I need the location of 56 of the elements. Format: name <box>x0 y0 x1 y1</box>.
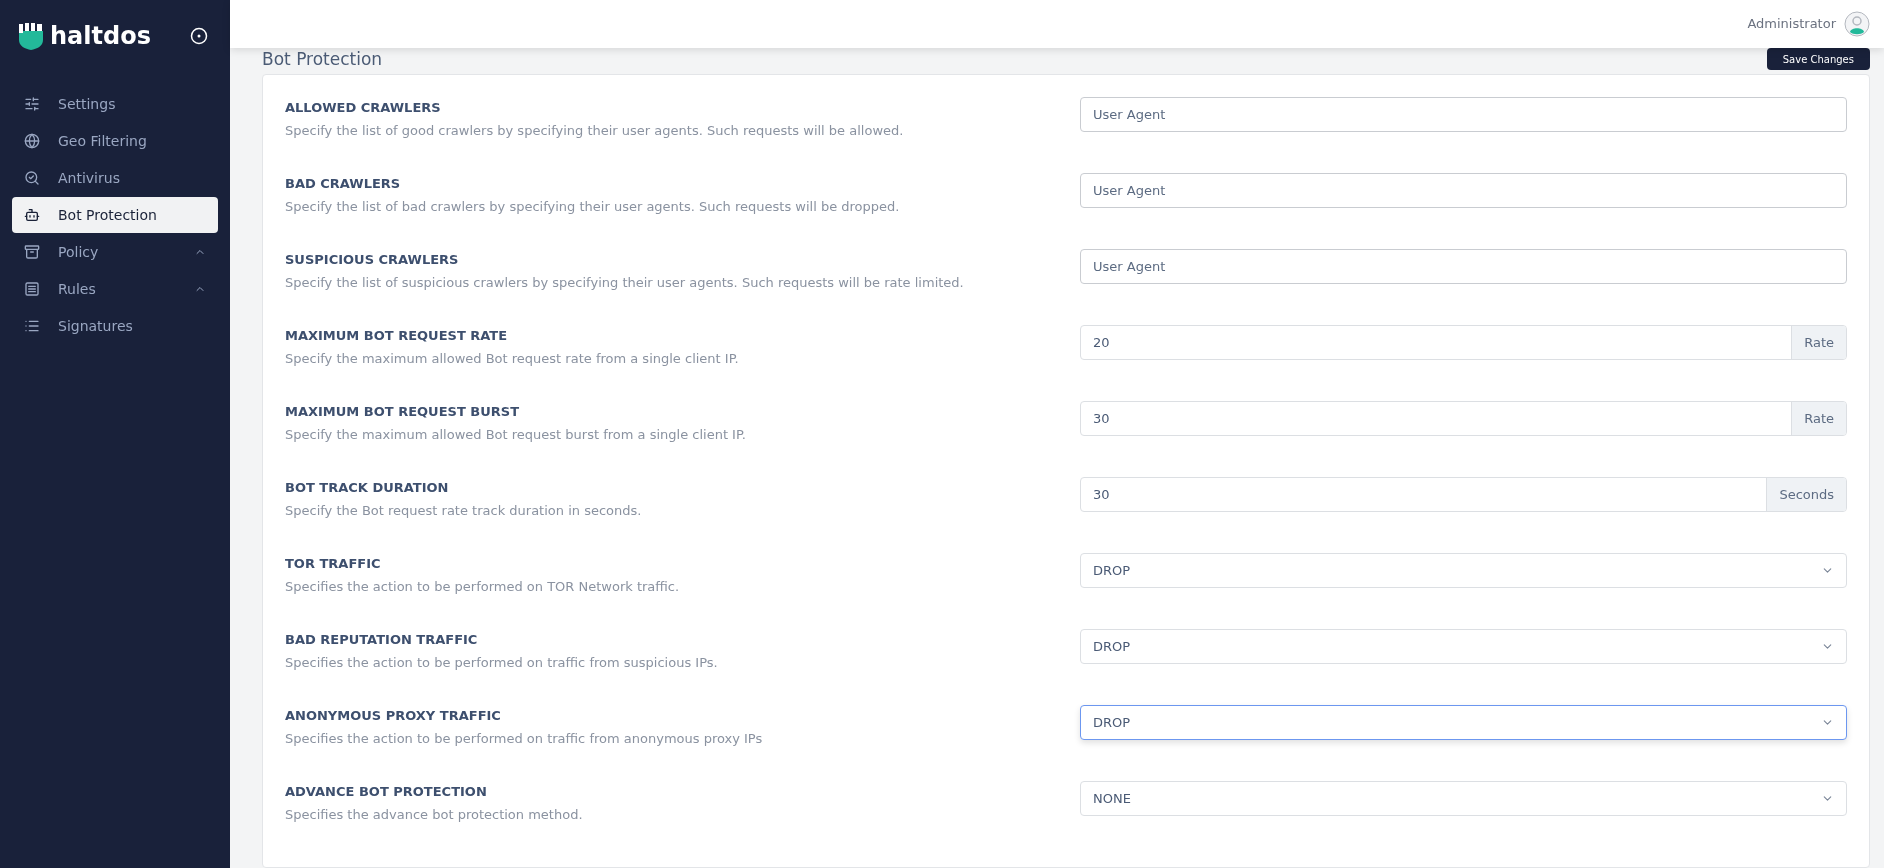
setting-description: Specify the maximum allowed Bot request burst from a single client IP. <box>285 426 747 444</box>
user-name[interactable]: Administrator <box>1747 14 1836 34</box>
action-dropdown[interactable]: DROP <box>1080 553 1847 588</box>
setting-description: Specifies the advance bot protection method. <box>285 806 584 824</box>
list-box-icon <box>24 281 40 297</box>
sliders-icon <box>24 96 40 112</box>
target-icon[interactable] <box>190 27 208 45</box>
user-agent-field[interactable]: User Agent <box>1080 173 1847 208</box>
user-agent-field[interactable]: User Agent <box>1080 97 1847 132</box>
sidebar-item[interactable]: Rules <box>12 271 218 307</box>
setting-description: Specifies the action to be performed on traffic from anonymous proxy IPs <box>285 730 764 748</box>
action-dropdown[interactable]: NONE <box>1080 781 1847 816</box>
setting-description: Specify the list of suspicious crawlers by specifying their user agents. Such requests will be rate limited. <box>285 274 965 292</box>
setting-label: BAD REPUTATION TRAFFIC <box>285 631 479 649</box>
archive-box-icon <box>24 244 40 260</box>
unit-addon: Seconds <box>1766 478 1846 511</box>
field-value: 30 <box>1092 409 1111 428</box>
number-field[interactable]: 20 Rate <box>1080 325 1847 360</box>
list-icon <box>24 318 40 334</box>
setting-description: Specifies the action to be performed on traffic from suspicious IPs. <box>285 654 719 672</box>
sidebar-item[interactable]: Settings <box>12 86 218 122</box>
field-value: 30 <box>1092 485 1111 504</box>
sidebar-item[interactable]: Policy <box>12 234 218 270</box>
setting-label: TOR TRAFFIC <box>285 555 382 573</box>
setting-label: MAXIMUM BOT REQUEST BURST <box>285 403 520 421</box>
setting-label: ANONYMOUS PROXY TRAFFIC <box>285 707 502 725</box>
logo-icon <box>18 22 44 50</box>
save-changes-button[interactable]: Save Changes <box>1766 48 1870 70</box>
sidebar-item[interactable]: Signatures <box>12 308 218 344</box>
number-field[interactable]: 30 Rate <box>1080 401 1847 436</box>
brand-name: haltdos <box>50 24 151 48</box>
field-value: 20 <box>1092 333 1111 352</box>
setting-description: Specifies the action to be performed on TOR Network traffic. <box>285 578 681 596</box>
user-agent-field[interactable]: User Agent <box>1080 249 1847 284</box>
action-dropdown[interactable]: DROP <box>1080 629 1847 664</box>
unit-addon: Rate <box>1791 402 1846 435</box>
setting-label: ALLOWED CRAWLERS <box>285 99 442 117</box>
setting-description: Specify the maximum allowed Bot request rate from a single client IP. <box>285 350 740 368</box>
setting-label: BAD CRAWLERS <box>285 175 402 193</box>
sidebar-item[interactable]: Antivirus <box>12 160 218 196</box>
unit-addon: Rate <box>1791 326 1846 359</box>
page-title: Bot Protection <box>262 50 383 68</box>
setting-label: BOT TRACK DURATION <box>285 479 450 497</box>
setting-description: Specify the list of good crawlers by specifying their user agents. Such requests will be allowed. <box>285 122 905 140</box>
sidebar-item[interactable]: Geo Filtering <box>12 123 218 159</box>
sidebar-item[interactable]: Bot Protection <box>12 197 218 233</box>
setting-description: Specify the list of bad crawlers by specifying their user agents. Such requests will be dropped. <box>285 198 901 216</box>
setting-label: SUSPICIOUS CRAWLERS <box>285 251 460 269</box>
action-dropdown[interactable]: DROP <box>1080 705 1847 740</box>
robot-icon <box>24 207 40 223</box>
setting-label: MAXIMUM BOT REQUEST RATE <box>285 327 509 345</box>
setting-label: ADVANCE BOT PROTECTION <box>285 783 488 801</box>
globe-icon <box>24 133 40 149</box>
setting-description: Specify the Bot request rate track duration in seconds. <box>285 502 643 520</box>
magnifier-icon <box>24 170 40 186</box>
number-field[interactable]: 30 Seconds <box>1080 477 1847 512</box>
